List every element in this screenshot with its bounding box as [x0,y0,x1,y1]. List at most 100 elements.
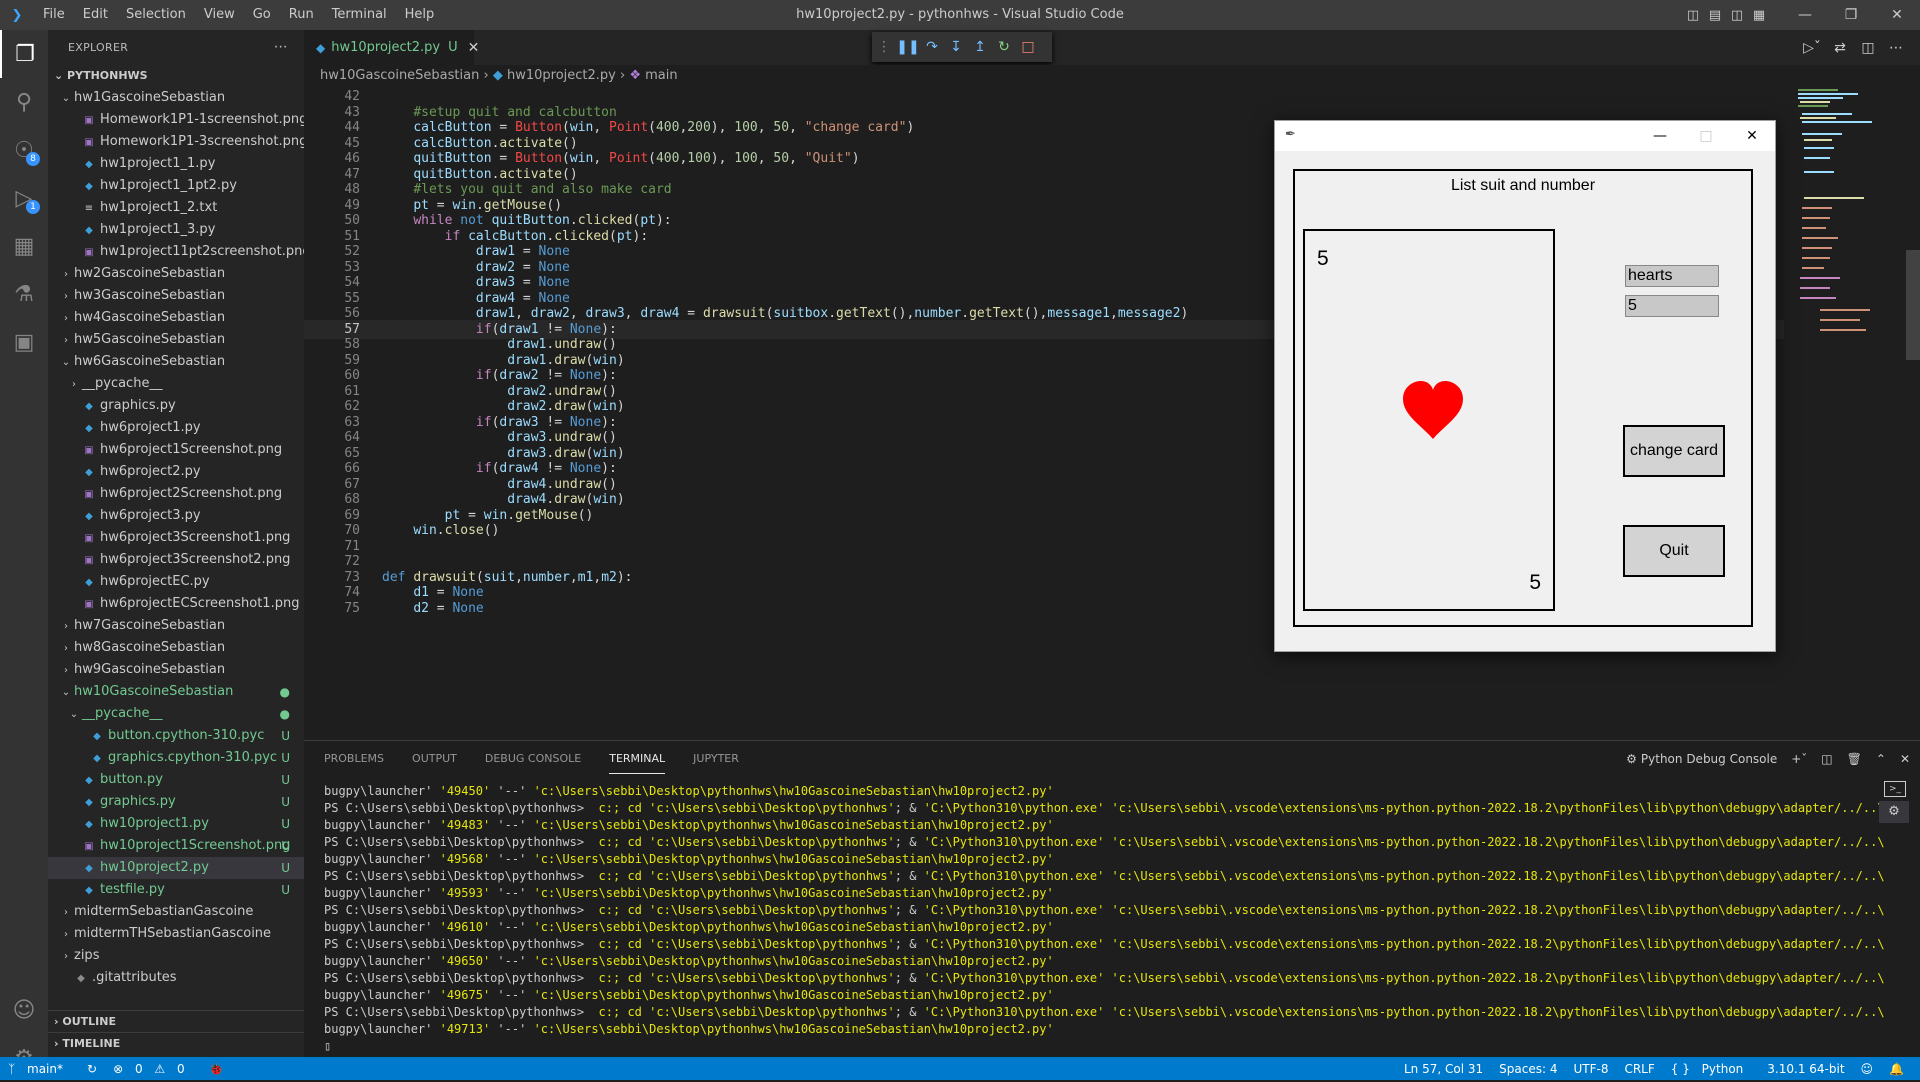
menu-file[interactable]: File [34,0,74,30]
menu-edit[interactable]: Edit [74,0,117,30]
tree-file[interactable]: ◆ button.cpython-310.pyc U [48,725,304,747]
change-card-button[interactable]: change card [1623,425,1725,477]
tab-close-icon[interactable]: ✕ [468,40,480,56]
remote-explorer-icon[interactable]: ▣ [0,318,48,366]
menu-go[interactable]: Go [244,0,280,30]
toggle-panel-icon[interactable]: ▤ [1704,8,1726,23]
run-debug-icon[interactable]: ▷ 1 [0,174,48,222]
terminal-name[interactable]: Python Debug Console [1641,752,1777,766]
maximize-panel-icon[interactable]: ⌃ [1876,752,1886,766]
tab-hw10project2[interactable]: ◆ hw10project2.py U ✕ [304,30,479,65]
breadcrumb-symbol[interactable]: main [645,68,677,83]
stop-icon[interactable]: □ [1016,39,1040,55]
drag-handle-icon[interactable]: ⋮ [872,39,896,55]
quit-button[interactable]: Quit [1623,525,1725,577]
menu-terminal[interactable]: Terminal [323,0,396,30]
tree-file[interactable]: ▣ hw6project2Screenshot.png [48,483,304,505]
menu-help[interactable]: Help [396,0,444,30]
encoding[interactable]: UTF-8 [1573,1062,1608,1076]
language-mode[interactable]: { } Python [1671,1062,1752,1076]
run-python-icon[interactable]: ▷ˇ [1798,40,1826,56]
panel-tab-problems[interactable]: PROBLEMS [324,744,384,773]
tree-folder[interactable]: ⌄ hw6GascoineSebastian [48,351,304,373]
cursor-position[interactable]: Ln 57, Col 31 [1404,1062,1483,1076]
step-into-icon[interactable]: ↧ [944,39,968,55]
tree-file[interactable]: ◆ hw1project1_1pt2.py [48,175,304,197]
minimize-icon[interactable]: — [1782,0,1828,30]
tree-folder[interactable]: › midtermSebastianGascoine [48,901,304,923]
indentation[interactable]: Spaces: 4 [1499,1062,1557,1076]
tree-file[interactable]: ▣ hw10project1Screenshot.png U [48,835,304,857]
editor-scrollbar[interactable] [1906,250,1920,360]
tree-file[interactable]: ◆ hw10project1.py U [48,813,304,835]
close-panel-icon[interactable]: ✕ [1900,752,1910,766]
tree-folder[interactable]: › hw7GascoineSebastian [48,615,304,637]
suit-entry[interactable]: hearts [1625,265,1719,287]
step-out-icon[interactable]: ↥ [968,39,992,55]
tree-folder[interactable]: › zips [48,945,304,967]
tree-file[interactable]: ◆ button.py U [48,769,304,791]
tree-file[interactable]: ≡ hw1project1_2.txt [48,197,304,219]
tree-folder[interactable]: › hw8GascoineSebastian [48,637,304,659]
restart-icon[interactable]: ↻ [992,39,1016,55]
menu-selection[interactable]: Selection [117,0,195,30]
python-interpreter[interactable]: 3.10.1 64-bit [1767,1062,1844,1076]
tree-folder[interactable]: › hw4GascoineSebastian [48,307,304,329]
accounts-icon[interactable]: ☺ [0,986,48,1034]
extensions-icon[interactable]: ▦ [0,222,48,270]
tree-file[interactable]: ◆ .gitattributes [48,967,304,989]
tree-file[interactable]: ◆ hw10project2.py U [48,857,304,879]
sync-icon[interactable]: ↻ [87,1062,97,1076]
graphics-canvas[interactable]: List suit and number 5 5 hearts 5 change… [1293,169,1753,627]
tree-folder[interactable]: ⌄ hw10GascoineSebastian ● [48,681,304,703]
compare-changes-icon[interactable]: ⇄ [1826,40,1854,56]
tree-file[interactable]: ◆ testfile.py U [48,879,304,901]
new-terminal-icon[interactable]: +ˇ [1791,752,1807,766]
branch-indicator[interactable]: ᛉ main* [8,1062,71,1076]
tree-file[interactable]: ▣ hw6projectECScreenshot1.png [48,593,304,615]
panel-tab-jupyter[interactable]: JUPYTER [693,744,739,773]
explorer-icon[interactable]: ❐ [0,30,48,78]
pause-icon[interactable]: ❚❚ [896,39,920,55]
tree-folder[interactable]: ⌄ __pycache__ ● [48,703,304,725]
menu-run[interactable]: Run [280,0,323,30]
timeline-section[interactable]: › TIMELINE [48,1032,310,1055]
workspace-root[interactable]: ⌄ PYTHONHWS [48,65,304,87]
toggle-secondary-sidebar-icon[interactable]: ◫ [1726,8,1748,23]
more-actions-icon[interactable]: ⋯ [274,30,288,65]
close-icon[interactable]: ✕ [1874,0,1920,30]
kill-terminal-icon[interactable]: 🗑 [1847,752,1862,766]
number-entry[interactable]: 5 [1625,295,1719,317]
tree-file[interactable]: ◆ graphics.cpython-310.pyc U [48,747,304,769]
testing-icon[interactable]: ⚗ [0,270,48,318]
tree-file[interactable]: ▣ hw6project3Screenshot2.png [48,549,304,571]
tree-folder[interactable]: › hw9GascoineSebastian [48,659,304,681]
graphics-minimize-icon[interactable]: — [1637,121,1683,151]
tree-folder[interactable]: › hw5GascoineSebastian [48,329,304,351]
debug-indicator-icon[interactable]: 🐞 [209,1062,224,1076]
tree-file[interactable]: ◆ graphics.py [48,395,304,417]
breadcrumb-file[interactable]: hw10project2.py [507,68,616,83]
tree-file[interactable]: ◆ graphics.py U [48,791,304,813]
debug-terminal-icon[interactable]: ⚙ [1879,801,1909,823]
split-terminal-icon[interactable]: ◫ [1821,752,1832,766]
tree-file[interactable]: ▣ hw1project11pt2screenshot.png [48,241,310,263]
search-icon[interactable]: ⚲ [0,78,48,126]
problems-indicator[interactable]: ⊗ 0 ⚠ 0 [113,1062,193,1076]
feedback-icon[interactable]: ☺ [1861,1062,1874,1076]
minimap[interactable] [1790,87,1900,740]
tree-folder[interactable]: › hw3GascoineSebastian [48,285,304,307]
tree-file[interactable]: ◆ hw1project1_3.py [48,219,304,241]
tree-file[interactable]: ▣ Homework1P1-3screenshot.png [48,131,307,153]
terminal-list-icon[interactable]: >_ [1884,781,1906,797]
tree-file[interactable]: ◆ hw1project1_1.py [48,153,304,175]
tree-file[interactable]: ◆ hw6project1.py [48,417,304,439]
tree-folder[interactable]: › midtermTHSebastianGascoine [48,923,304,945]
notifications-icon[interactable]: 🔔 [1889,1062,1904,1076]
step-over-icon[interactable]: ↷ [920,39,944,55]
tree-folder[interactable]: ⌄ hw1GascoineSebastian [48,87,304,109]
panel-tab-debug-console[interactable]: DEBUG CONSOLE [485,744,581,773]
tree-file[interactable]: ◆ hw6projectEC.py [48,571,304,593]
breadcrumb-folder[interactable]: hw10GascoineSebastian [320,68,479,83]
tree-file[interactable]: ▣ Homework1P1-1screenshot.png [48,109,307,131]
